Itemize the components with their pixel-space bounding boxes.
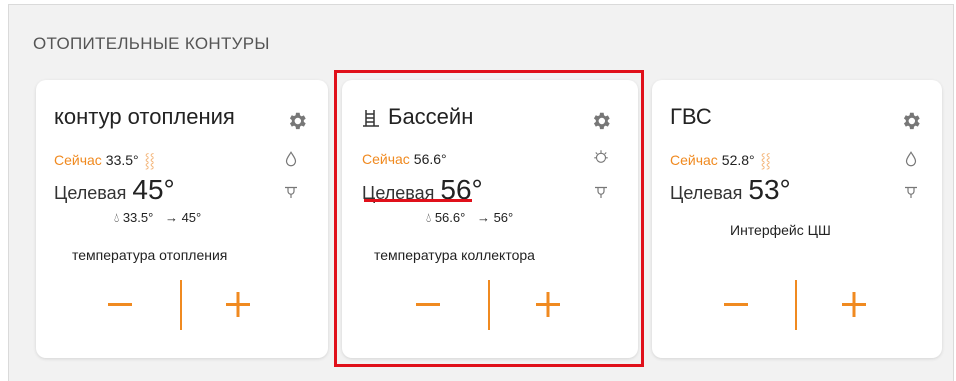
card-title: ГВС	[670, 104, 712, 129]
droplet-icon	[905, 151, 917, 167]
target-temp-row: Целевая 53°	[670, 174, 791, 206]
now-value: 52.8°	[721, 152, 755, 168]
temperature-summary: 💧︎ 33.5° → 45°	[114, 210, 201, 226]
circuit-card-hot-water[interactable]: ГВС Сейчас 52.8° ⸾⸾ Целевая 53° Интерфейс Ц…	[652, 80, 942, 358]
button-divider	[180, 280, 182, 330]
droplet-small-icon: 💧︎	[114, 210, 120, 225]
thermostat-icon	[905, 186, 917, 198]
sensor-caption: температура отопления	[72, 247, 228, 263]
increase-button[interactable]	[832, 282, 876, 326]
current-temp-row: Сейчас 33.5° ⸾⸾	[54, 151, 155, 170]
target-value: 45°	[132, 174, 175, 205]
heating-waves-icon: ⸾⸾	[760, 152, 771, 168]
thermostat-icon	[285, 186, 297, 198]
now-label: Сейчас	[670, 152, 718, 168]
now-value: 33.5°	[105, 152, 139, 168]
section-title: ОТОПИТЕЛЬНЫЕ КОНТУРЫ	[33, 34, 270, 53]
card-title: контур отопления	[54, 104, 235, 129]
target-temp-row: Целевая 45°	[54, 174, 175, 206]
increase-button[interactable]	[216, 282, 260, 326]
button-divider	[795, 280, 797, 330]
decrease-button[interactable]	[714, 282, 758, 326]
current-temp-row: Сейчас 52.8° ⸾⸾	[670, 151, 771, 170]
circuit-card-heating[interactable]: контур отопления Сейчас 33.5° ⸾⸾ Целевая 45…	[36, 80, 328, 358]
interface-caption: Интерфейс ЦШ	[730, 222, 831, 238]
gear-icon[interactable]	[900, 110, 922, 132]
target-value: 53°	[748, 174, 791, 205]
target-label: Целевая	[670, 183, 743, 203]
droplet-icon	[285, 151, 297, 167]
highlight-frame	[334, 70, 644, 367]
decrease-button[interactable]	[98, 282, 142, 326]
target-underline	[364, 199, 472, 202]
gear-icon[interactable]	[286, 110, 308, 132]
now-label: Сейчас	[54, 152, 102, 168]
target-label: Целевая	[54, 183, 127, 203]
sub-current: 33.5°	[122, 210, 154, 225]
heating-waves-icon: ⸾⸾	[144, 152, 155, 168]
sub-target: → 45°	[164, 210, 202, 225]
